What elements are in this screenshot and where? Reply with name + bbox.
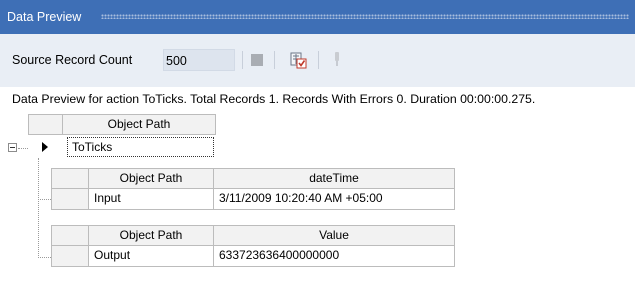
title-bar: Data Preview bbox=[0, 0, 635, 34]
toolbar-separator bbox=[318, 51, 319, 69]
row-selector-header bbox=[51, 225, 89, 246]
status-message: Data Preview for action ToTicks. Total R… bbox=[12, 92, 536, 106]
output-column-header-value[interactable]: Value bbox=[213, 225, 455, 246]
output-row-value-cell[interactable]: 633723636400000000 bbox=[213, 245, 455, 267]
toolbar-separator bbox=[274, 51, 275, 69]
toolbar-separator bbox=[242, 51, 243, 69]
root-column-header[interactable]: Object Path bbox=[62, 114, 216, 135]
title-grip[interactable] bbox=[101, 14, 629, 19]
row-selector[interactable] bbox=[51, 188, 89, 210]
root-row-cell[interactable]: ToTicks bbox=[67, 137, 214, 157]
pin-icon[interactable] bbox=[332, 51, 342, 69]
window-title: Data Preview bbox=[7, 10, 82, 24]
tree-connector bbox=[38, 158, 39, 258]
current-row-arrow-icon bbox=[42, 142, 48, 152]
input-row-path-cell[interactable]: Input bbox=[88, 188, 214, 210]
tree-connector bbox=[38, 257, 51, 258]
export-icon[interactable] bbox=[289, 51, 307, 69]
tree-connector bbox=[18, 148, 28, 149]
tree-connector bbox=[38, 199, 51, 200]
row-selector[interactable] bbox=[51, 245, 89, 267]
output-row-path-cell[interactable]: Output bbox=[88, 245, 214, 267]
source-count-input[interactable]: 500 bbox=[163, 49, 235, 71]
collapse-icon[interactable] bbox=[8, 143, 17, 152]
toolbar: Source Record Count 500 bbox=[0, 34, 635, 87]
input-row-datetime-cell[interactable]: 3/11/2009 10:20:40 AM +05:00 bbox=[213, 188, 455, 210]
row-selector-header bbox=[51, 168, 89, 189]
stop-icon[interactable] bbox=[251, 54, 263, 66]
input-column-header-path[interactable]: Object Path bbox=[88, 168, 214, 189]
source-count-label: Source Record Count bbox=[12, 53, 133, 67]
row-selector-header bbox=[28, 114, 63, 135]
input-column-header-datetime[interactable]: dateTime bbox=[213, 168, 455, 189]
output-column-header-path[interactable]: Object Path bbox=[88, 225, 214, 246]
